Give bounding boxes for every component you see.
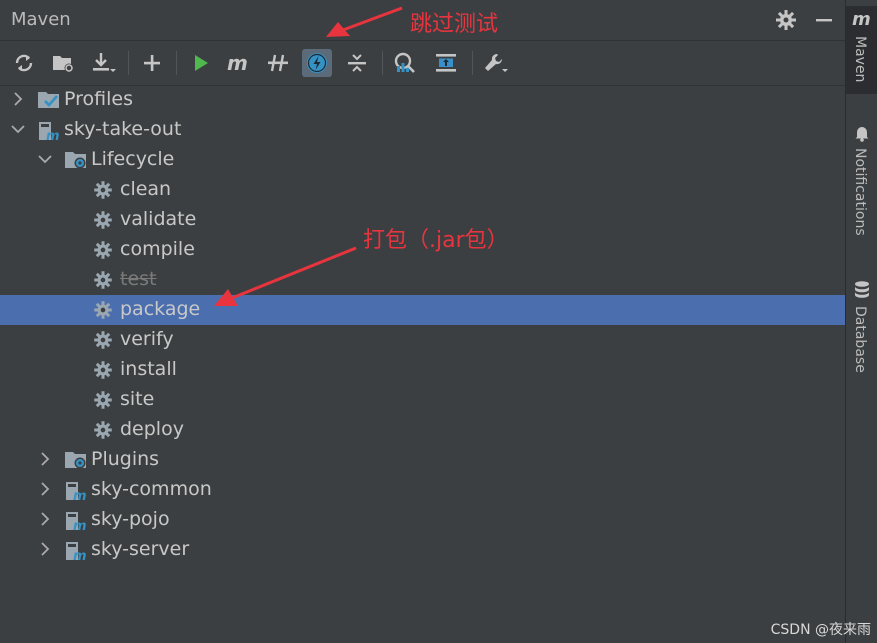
tree-item-label: verify xyxy=(120,328,174,350)
gear-icon xyxy=(93,360,115,380)
svg-text:m: m xyxy=(227,53,248,73)
tree-item-label: deploy xyxy=(120,418,184,440)
gear-icon xyxy=(93,390,115,410)
tree-item-sky-server[interactable]: m sky-server xyxy=(0,535,845,565)
maven-module-icon: m xyxy=(37,120,60,142)
tree-item-test[interactable]: test xyxy=(0,265,845,295)
toolbar-separator xyxy=(176,51,177,75)
maven-m-icon[interactable]: m xyxy=(224,49,254,77)
run-icon[interactable] xyxy=(186,49,216,77)
chevron-right-icon[interactable] xyxy=(10,91,26,107)
svg-text:m: m xyxy=(46,129,60,142)
tree-item-plugins[interactable]: Plugins xyxy=(0,445,845,475)
tree-item-profiles[interactable]: Profiles xyxy=(0,85,845,115)
maven-tool-window: Maven m Profiles m sky-take-out Lifecycl… xyxy=(0,0,845,643)
download-icon[interactable] xyxy=(88,49,118,77)
gear-icon xyxy=(93,240,115,260)
annotation-skip-tests: 跳过测试 xyxy=(410,12,499,37)
tree-item-sky-pojo[interactable]: m sky-pojo xyxy=(0,505,845,535)
tree-item-label: sky-server xyxy=(91,538,190,560)
svg-text:m: m xyxy=(73,549,87,562)
tab-notifications-label: Notifications xyxy=(852,148,868,236)
reload-icon[interactable] xyxy=(9,49,39,77)
svg-text:m: m xyxy=(73,519,87,532)
gear-icon xyxy=(93,330,115,350)
maven-m-icon: m xyxy=(852,9,871,29)
tree-item-install[interactable]: install xyxy=(0,355,845,385)
tab-maven-label: Maven xyxy=(852,36,868,83)
tree-item-label: sky-common xyxy=(91,478,212,500)
tree-item-lifecycle[interactable]: Lifecycle xyxy=(0,145,845,175)
chevron-down-icon[interactable] xyxy=(10,121,26,137)
maven-toolbar: m xyxy=(0,40,845,86)
tree-item-label: Plugins xyxy=(91,448,160,470)
gear-icon xyxy=(93,270,115,290)
tree-item-label: clean xyxy=(120,178,172,200)
right-tool-stripe: m Maven Notifications Database xyxy=(845,0,877,643)
settings-gear-icon[interactable] xyxy=(774,8,798,32)
hide-minus-icon[interactable] xyxy=(812,8,836,32)
wrench-icon[interactable] xyxy=(481,49,511,77)
tree-item-label: sky-pojo xyxy=(91,508,170,530)
annotation-package: 打包（.jar包） xyxy=(363,228,509,253)
bell-icon xyxy=(855,127,869,142)
tab-database-label: Database xyxy=(852,306,868,373)
analyze-dependencies-icon[interactable] xyxy=(391,49,421,77)
tab-notifications[interactable]: Notifications xyxy=(846,118,877,258)
chevron-right-icon[interactable] xyxy=(37,511,53,527)
panel-title: Maven xyxy=(11,9,71,30)
gear-icon xyxy=(93,210,115,230)
tab-maven[interactable]: m Maven xyxy=(846,6,877,94)
show-diagram-icon[interactable] xyxy=(431,49,461,77)
tree-item-label: compile xyxy=(120,238,195,260)
profiles-icon xyxy=(37,90,59,110)
tree-item-label: test xyxy=(120,268,157,290)
toolbar-separator xyxy=(472,51,473,75)
tree-item-verify[interactable]: verify xyxy=(0,325,845,355)
tree-item-label: Profiles xyxy=(64,88,133,110)
tree-item-package[interactable]: package xyxy=(0,295,845,325)
collapse-icon[interactable] xyxy=(342,49,372,77)
maven-project-tree: Profiles m sky-take-out Lifecycle clean valid… xyxy=(0,85,845,585)
toolbar-separator xyxy=(382,51,383,75)
tree-item-deploy[interactable]: deploy xyxy=(0,415,845,445)
chevron-right-icon[interactable] xyxy=(37,481,53,497)
gear-icon xyxy=(93,180,115,200)
chevron-down-icon[interactable] xyxy=(37,151,53,167)
gear-icon xyxy=(93,420,115,440)
tree-item-label: Lifecycle xyxy=(91,148,175,170)
tab-database[interactable]: Database xyxy=(846,276,877,386)
maven-module-icon: m xyxy=(64,540,87,562)
tree-item-site[interactable]: site xyxy=(0,385,845,415)
maven-module-icon: m xyxy=(64,480,87,502)
watermark: CSDN @夜来雨 xyxy=(770,622,871,638)
lifecycle-folder-icon xyxy=(64,150,86,170)
database-icon xyxy=(855,281,869,298)
tree-item-label: install xyxy=(120,358,177,380)
skip-tests-icon[interactable] xyxy=(302,49,332,77)
chevron-right-icon[interactable] xyxy=(37,541,53,557)
tree-item-label: package xyxy=(120,298,201,320)
plus-icon[interactable] xyxy=(137,49,167,77)
chevron-right-icon[interactable] xyxy=(37,451,53,467)
tree-item-sky-take-out[interactable]: m sky-take-out xyxy=(0,115,845,145)
tree-item-sky-common[interactable]: m sky-common xyxy=(0,475,845,505)
toggle-offline-icon[interactable] xyxy=(263,49,293,77)
plugins-folder-icon xyxy=(64,450,86,470)
toolbar-separator xyxy=(128,51,129,75)
tree-item-label: site xyxy=(120,388,155,410)
svg-text:m: m xyxy=(73,489,87,502)
tree-item-clean[interactable]: clean xyxy=(0,175,845,205)
svg-text:m: m xyxy=(852,9,871,29)
folder-sync-icon[interactable] xyxy=(48,49,78,77)
maven-module-icon: m xyxy=(64,510,87,532)
gear-icon xyxy=(93,300,115,320)
tree-item-label: sky-take-out xyxy=(64,118,182,140)
tree-item-label: validate xyxy=(120,208,197,230)
